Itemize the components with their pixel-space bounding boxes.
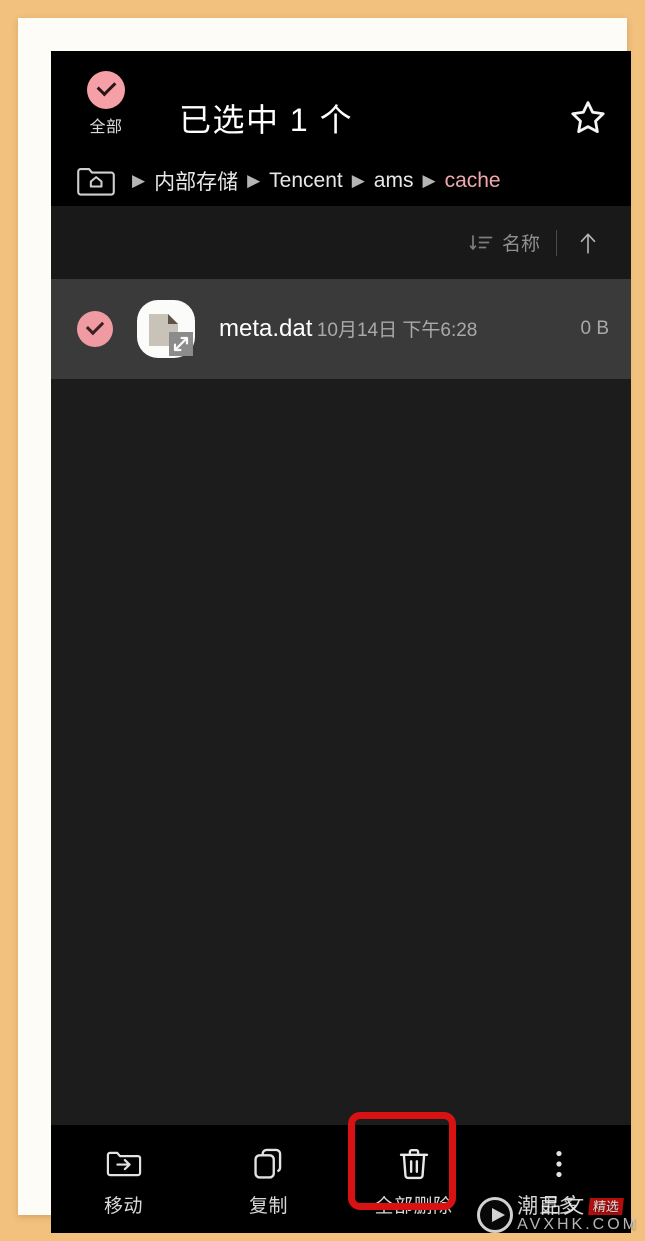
- watermark-line-1: 潮品文 精选: [517, 1196, 639, 1217]
- copy-button[interactable]: 复制: [196, 1125, 341, 1233]
- file-size: 0 B: [580, 318, 609, 339]
- select-all-button[interactable]: 全部: [75, 71, 137, 137]
- breadcrumb-separator: ▶: [247, 170, 261, 190]
- copy-label: 复制: [248, 1195, 288, 1217]
- watermark: 潮品文 精选 AVXHK.COM: [477, 1196, 639, 1233]
- more-vertical-icon: [540, 1145, 578, 1183]
- sort-icon[interactable]: [469, 233, 493, 253]
- check-circle-icon[interactable]: [87, 71, 125, 109]
- breadcrumb-item-tencent[interactable]: Tencent: [269, 169, 343, 193]
- move-label: 移动: [103, 1195, 143, 1217]
- trash-icon: [395, 1145, 433, 1183]
- page-title: 已选中 1 个: [179, 102, 354, 138]
- move-folder-icon: [105, 1145, 143, 1183]
- sort-divider: [556, 229, 557, 256]
- phone-screen: 全部 已选中 1 个 ▶ 内部存储 ▶ Tencent ▶ ams ▶ cach…: [51, 51, 631, 1233]
- breadcrumb-item-internal-storage[interactable]: 内部存储: [154, 166, 238, 196]
- delete-all-label: 全部删除: [374, 1195, 453, 1217]
- breadcrumb-separator: ▶: [422, 170, 436, 190]
- row-check-circle-icon[interactable]: [77, 311, 113, 347]
- select-all-label: 全部: [89, 119, 123, 136]
- empty-list-area: [51, 379, 631, 1125]
- star-outline-icon[interactable]: [567, 97, 609, 139]
- file-meta: meta.dat 10月14日 下午6:28: [219, 315, 570, 343]
- breadcrumb-item-ams[interactable]: ams: [374, 169, 414, 193]
- file-date: 10月14日 下午6:28: [316, 320, 478, 342]
- move-button[interactable]: 移动: [51, 1125, 196, 1233]
- file-name: meta.dat: [219, 315, 313, 343]
- photo-frame: 全部 已选中 1 个 ▶ 内部存储 ▶ Tencent ▶ ams ▶ cach…: [18, 18, 631, 1233]
- copy-icon: [250, 1145, 288, 1183]
- file-list: meta.dat 10月14日 下午6:28 0 B: [51, 279, 631, 1125]
- watermark-text: 潮品文 精选 AVXHK.COM: [517, 1196, 639, 1233]
- watermark-brand: 潮品文: [517, 1195, 587, 1218]
- breadcrumb[interactable]: ▶ 内部存储 ▶ Tencent ▶ ams ▶ cache: [75, 159, 621, 203]
- generic-file-icon: [135, 298, 197, 360]
- arrow-up-icon[interactable]: [575, 230, 601, 256]
- play-circle-icon: [477, 1197, 514, 1233]
- watermark-stamp: 精选: [588, 1198, 625, 1215]
- breadcrumb-separator: ▶: [351, 170, 365, 190]
- breadcrumb-separator: ▶: [132, 170, 146, 190]
- app-header: 全部 已选中 1 个 ▶ 内部存储 ▶ Tencent ▶ ams ▶ cach…: [51, 51, 631, 206]
- home-folder-icon[interactable]: [75, 163, 117, 199]
- breadcrumb-item-cache[interactable]: cache: [445, 169, 501, 193]
- sort-bar: 名称: [51, 206, 631, 279]
- sort-field-label[interactable]: 名称: [502, 229, 540, 256]
- delete-all-button[interactable]: 全部删除: [341, 1125, 486, 1233]
- watermark-url: AVXHK.COM: [517, 1216, 639, 1233]
- table-row[interactable]: meta.dat 10月14日 下午6:28 0 B: [51, 279, 631, 379]
